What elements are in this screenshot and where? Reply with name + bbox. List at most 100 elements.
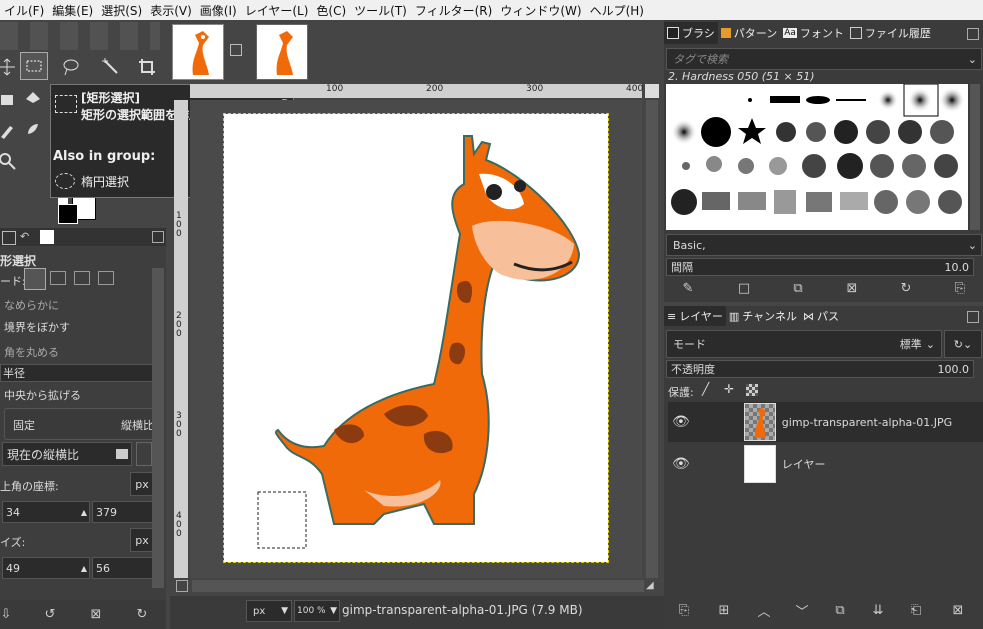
lock-position-icon[interactable]: ✛	[724, 382, 734, 396]
mode-subtract-button[interactable]	[74, 271, 90, 285]
menu-layer[interactable]: レイヤー(L)	[241, 2, 313, 19]
save-options-icon[interactable]: ⇩	[0, 604, 16, 624]
foreground-color-swatch[interactable]	[58, 204, 78, 224]
rounded-row[interactable]: 角を丸める	[0, 341, 166, 363]
mode-replace-button[interactable]	[24, 268, 46, 290]
aspect-option-dropdown[interactable]: 縦横比	[121, 417, 154, 433]
layer-row[interactable]: 👁 レイヤー	[668, 444, 983, 484]
expand-row[interactable]: 中央から拡げる	[0, 384, 166, 406]
size-h-input[interactable]: 56	[92, 557, 154, 579]
navigate-icon[interactable]	[645, 84, 659, 98]
paintbrush-icon[interactable]	[0, 118, 20, 144]
new-layer-group-icon[interactable]: ⊞	[714, 600, 734, 620]
image-tab-1[interactable]	[172, 24, 224, 80]
edit-brush-icon[interactable]: ✎	[678, 278, 698, 298]
delete-brush-icon[interactable]: ⊠	[842, 278, 862, 298]
zoom-select[interactable]: 100 % ▼	[294, 600, 340, 622]
vertical-ruler[interactable]: 100 200 300 400	[174, 100, 188, 578]
options-scrollbar[interactable]	[152, 268, 164, 588]
tab-channels[interactable]: ▥ チャンネル	[726, 306, 800, 326]
fuzzy-select-tool-icon[interactable]	[98, 54, 124, 80]
visibility-eye-icon[interactable]: 👁	[672, 456, 690, 472]
lock-pixels-icon[interactable]: ╱	[702, 382, 709, 396]
mode-add-button[interactable]	[50, 271, 66, 285]
zoom-to-fit-icon[interactable]: ◢	[646, 580, 658, 592]
quick-mask-icon[interactable]	[176, 580, 188, 592]
crop-tool-icon[interactable]	[134, 54, 160, 80]
brush-grid[interactable]	[666, 83, 968, 230]
brush-grid-scrollbar[interactable]	[970, 84, 980, 230]
clear-icon[interactable]	[116, 449, 128, 459]
menu-windows[interactable]: ウィンドウ(W)	[496, 2, 585, 19]
menu-filters[interactable]: フィルター(R)	[411, 2, 496, 19]
feather-row[interactable]: 境界をぼかす	[0, 316, 166, 338]
dock-menu-icon[interactable]	[967, 311, 979, 323]
free-select-tool-icon[interactable]	[58, 54, 84, 80]
lock-alpha-icon[interactable]	[746, 384, 758, 396]
zoom-tool-icon[interactable]	[0, 148, 20, 174]
warp-tool-icon[interactable]	[0, 86, 20, 112]
menu-edit[interactable]: 編集(E)	[48, 2, 97, 19]
opacity-slider[interactable]: 不透明度 100.0	[666, 360, 974, 378]
new-brush-icon[interactable]: □	[734, 278, 754, 298]
menu-image[interactable]: 画像(I)	[196, 2, 241, 19]
move-tool-icon[interactable]	[0, 54, 20, 80]
undo-history-tab-icon[interactable]: ↶	[20, 231, 32, 243]
reset-options-icon[interactable]: ↻	[132, 604, 152, 624]
spacing-slider[interactable]: 間隔 10.0	[666, 258, 974, 276]
pos-y-input[interactable]: 379	[92, 501, 154, 523]
menu-colors[interactable]: 色(C)	[312, 2, 350, 19]
aspect-value-input[interactable]: 現在の縦横比	[2, 442, 132, 466]
close-tab-icon[interactable]	[230, 44, 242, 56]
tab-fonts[interactable]: Aa フォント	[780, 22, 847, 44]
size-unit-select[interactable]: px	[130, 528, 154, 552]
smudge-icon[interactable]	[20, 116, 46, 142]
restore-options-icon[interactable]: ↺	[40, 604, 60, 624]
size-w-spinner-icon[interactable]: ▲	[81, 564, 87, 573]
horizontal-scrollbar[interactable]	[192, 580, 644, 592]
tab-brushes[interactable]: ブラシ	[664, 22, 718, 44]
open-brush-icon[interactable]: ⎘	[950, 278, 970, 298]
lower-layer-icon[interactable]: ﹀	[792, 600, 812, 620]
new-layer-icon[interactable]: ⎘	[674, 600, 694, 620]
brush-tab-icon[interactable]	[40, 230, 54, 244]
unit-select[interactable]: px ▼	[246, 600, 292, 622]
menu-file[interactable]: イル(F)	[0, 2, 48, 19]
tool-options-tab-icon[interactable]	[2, 231, 16, 245]
vertical-scrollbar[interactable]	[646, 100, 658, 578]
tab-document-history[interactable]: ファイル履歴	[847, 22, 934, 44]
mode-intersect-button[interactable]	[98, 271, 114, 285]
tab-paths[interactable]: ⋈ パス	[800, 306, 842, 326]
layer-row[interactable]: 👁 gimp-transparent-alpha-01.JPG	[668, 402, 983, 442]
horizontal-ruler[interactable]: 100 200 300 400	[190, 84, 643, 98]
menu-view[interactable]: 表示(V)	[146, 2, 196, 19]
image-canvas[interactable]	[223, 113, 609, 563]
rect-select-tool-icon[interactable]	[20, 52, 48, 80]
layer-mode-select[interactable]: モード 標準 ⌄	[666, 330, 942, 358]
layer-mode-switch[interactable]: ↻⌄	[944, 330, 982, 358]
pos-x-spinner-icon[interactable]: ▲	[81, 508, 87, 517]
image-tab-2[interactable]	[256, 24, 308, 80]
radius-slider[interactable]: 半径	[0, 364, 154, 382]
brush-preset-select[interactable]: Basic, ⌄	[666, 234, 982, 256]
refresh-brushes-icon[interactable]: ↻	[896, 278, 916, 298]
tab-layers[interactable]: ≡ レイヤー	[664, 306, 726, 326]
canvas-viewport[interactable]	[190, 100, 642, 578]
panel-menu-icon[interactable]	[152, 231, 164, 243]
delete-options-icon[interactable]: ⊠	[86, 604, 106, 624]
bucket-fill-icon[interactable]	[20, 84, 46, 110]
position-unit-select[interactable]: px	[130, 472, 154, 496]
menu-help[interactable]: ヘルプ(H)	[586, 2, 648, 19]
layer-mask-icon[interactable]: ⎗	[906, 600, 926, 620]
antialias-row[interactable]: なめらかに	[0, 294, 166, 316]
dock-menu-icon[interactable]	[967, 28, 979, 40]
tag-search-input[interactable]: タグで検索 ⌄	[666, 48, 982, 70]
menu-select[interactable]: 選択(S)	[97, 2, 146, 19]
pos-x-input[interactable]: 34 ▲	[2, 501, 90, 523]
size-w-input[interactable]: 49 ▲	[2, 557, 90, 579]
menu-tools[interactable]: ツール(T)	[350, 2, 411, 19]
duplicate-brush-icon[interactable]: ⧉	[788, 278, 808, 298]
duplicate-layer-icon[interactable]: ⧉	[830, 600, 850, 620]
tab-patterns[interactable]: パターン	[718, 22, 780, 44]
delete-layer-icon[interactable]: ⊠	[948, 600, 968, 620]
